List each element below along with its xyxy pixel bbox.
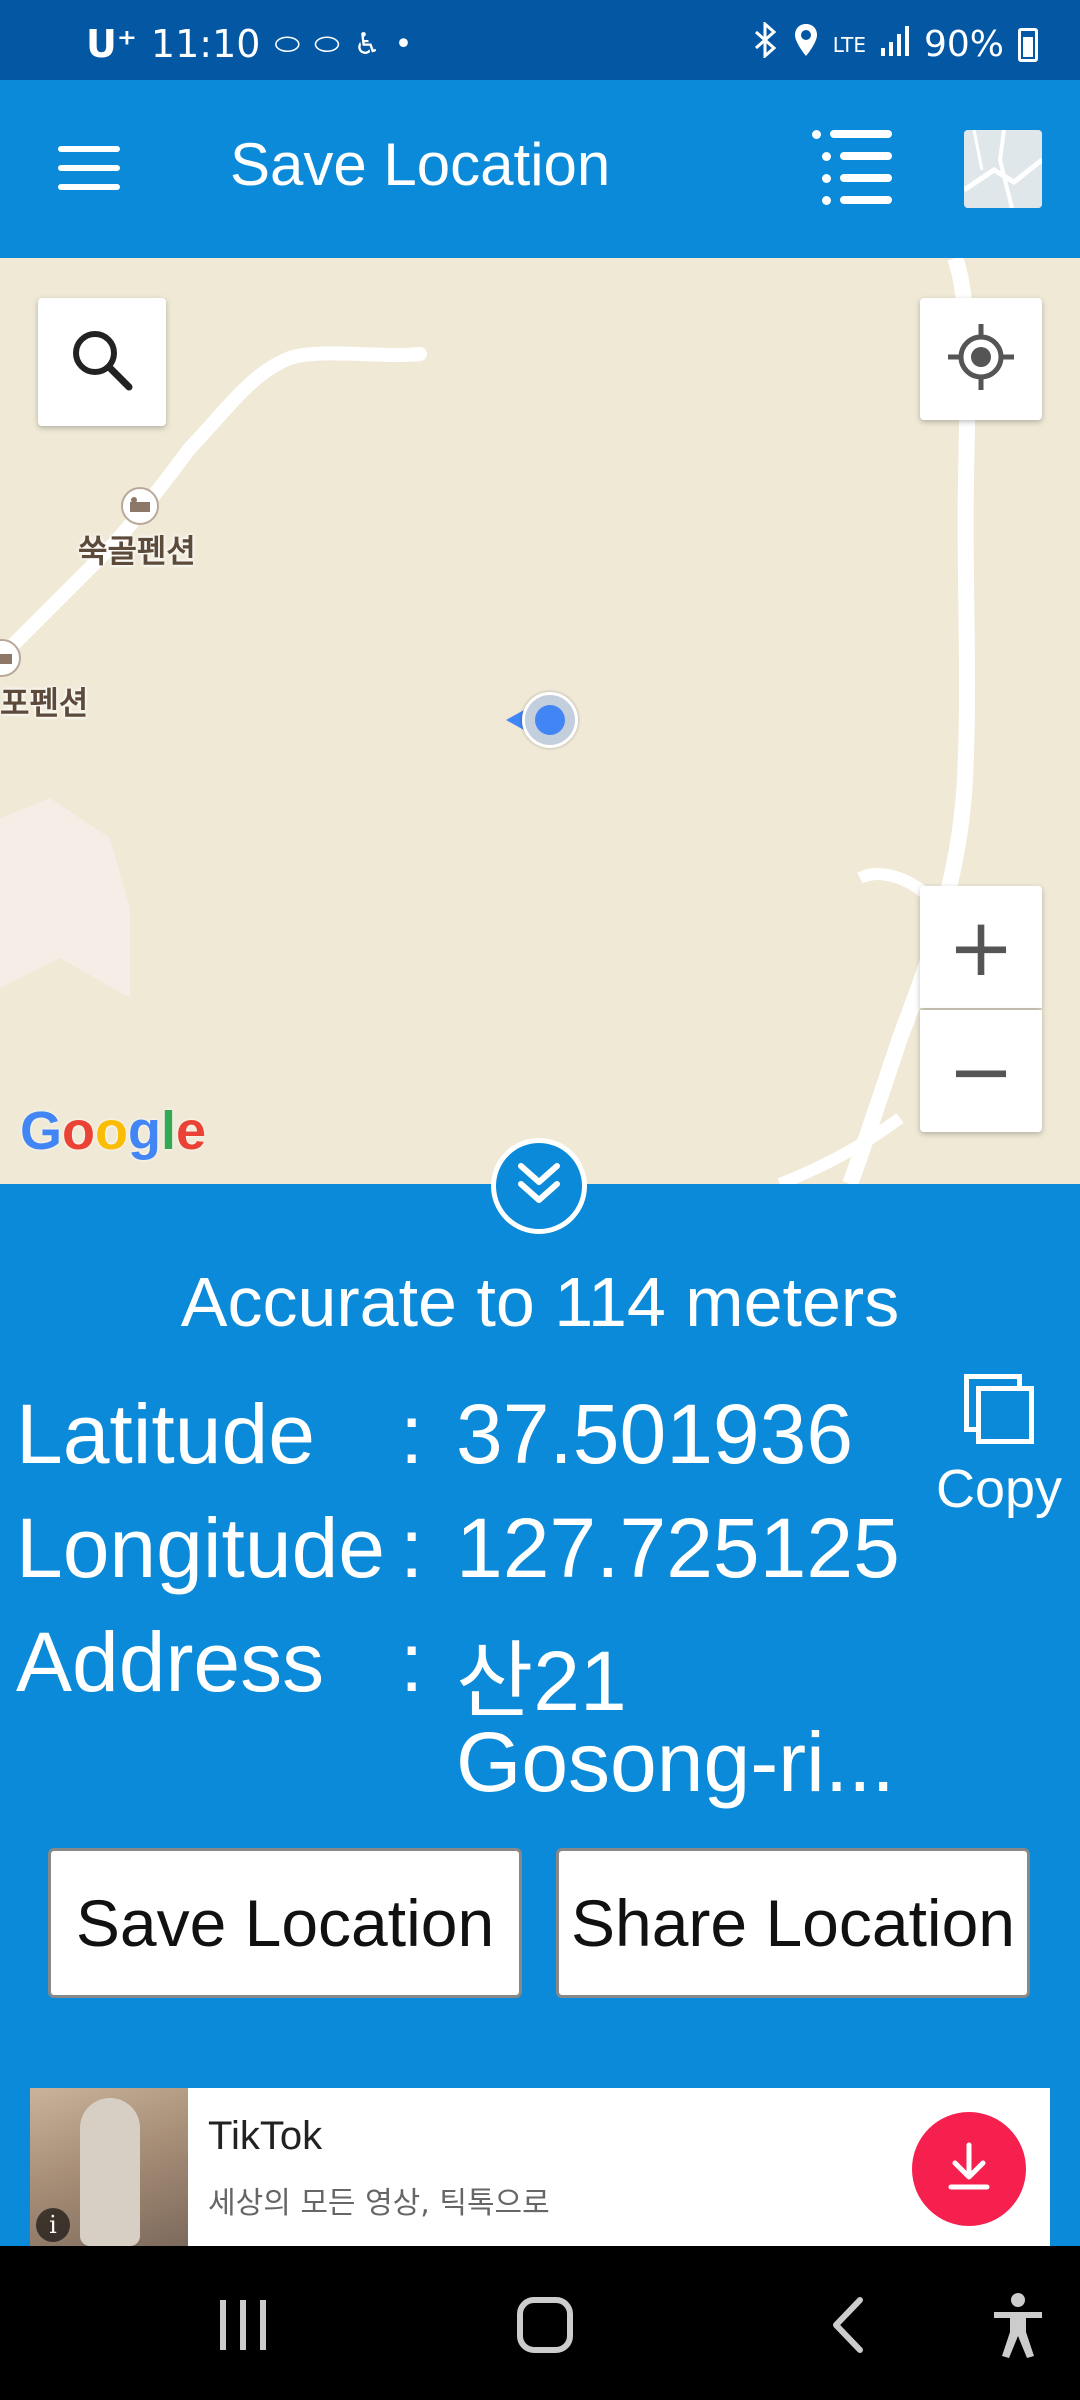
status-bar: U⁺ 11:10 ⬭ ⬭ ♿ • LTE 90%	[0, 0, 1080, 80]
ad-info-icon[interactable]: i	[36, 2208, 70, 2242]
place-label-2[interactable]: 포펜션	[0, 678, 88, 724]
copy-button[interactable]: Copy	[936, 1374, 1062, 1524]
saved-list-icon[interactable]	[808, 128, 894, 206]
map-search-button[interactable]	[38, 298, 166, 426]
copy-icon	[964, 1374, 1034, 1444]
map-view[interactable]: 쑥골펜션 포펜션 + − Google	[0, 258, 1080, 1184]
share-location-button[interactable]: Share Location	[556, 1848, 1030, 1998]
address-colon: :	[400, 1615, 424, 1709]
location-info-panel: Accurate to 114 meters Latitude : 37.501…	[0, 1138, 1080, 2246]
ad-image[interactable]: i	[30, 2088, 188, 2246]
google-logo: Google	[20, 1101, 207, 1161]
latitude-colon: :	[400, 1387, 424, 1481]
menu-icon[interactable]	[58, 146, 120, 190]
longitude-value: 127.725125	[456, 1501, 900, 1595]
zoom-in-icon: +	[947, 900, 1015, 994]
longitude-label: Longitude	[16, 1501, 386, 1595]
ad-title[interactable]: TikTok	[208, 2114, 322, 2159]
lodging-icon-2[interactable]	[0, 638, 22, 682]
clock: 11:10	[150, 22, 261, 66]
system-nav-bar	[0, 2246, 1080, 2400]
app-bar: Save Location	[0, 80, 1080, 258]
home-icon[interactable]	[516, 2296, 574, 2358]
ad-banner[interactable]: i TikTok 세상의 모든 영상, 틱톡으로	[30, 2088, 1050, 2246]
status-right: LTE 90%	[753, 20, 1038, 67]
lodging-icon[interactable]	[120, 486, 160, 530]
place-label[interactable]: 쑥골펜션	[78, 526, 196, 572]
location-pin-icon	[793, 22, 819, 67]
bluetooth-icon	[753, 20, 779, 67]
battery-icon	[1018, 27, 1038, 62]
address-label: Address	[16, 1615, 325, 1709]
signal-icon	[880, 24, 910, 65]
collapse-button[interactable]	[491, 1138, 587, 1234]
latitude-label: Latitude	[16, 1387, 315, 1481]
ad-subtitle[interactable]: 세상의 모든 영상, 틱톡으로	[208, 2178, 550, 2222]
accessibility-status-icon: ♿	[353, 26, 381, 62]
zoom-out-icon: −	[947, 1024, 1015, 1118]
page-title: Save Location	[230, 131, 611, 198]
current-location-marker	[522, 692, 578, 748]
accuracy-text: Accurate to 114 meters	[180, 1263, 900, 1341]
address-line-2: Gosong-ri...	[456, 1715, 895, 1809]
my-location-icon	[946, 322, 1016, 396]
double-chevron-down-icon	[511, 1156, 567, 1217]
longitude-colon: :	[400, 1501, 424, 1595]
lte-label: LTE	[832, 32, 866, 57]
ad-image-figure	[80, 2098, 140, 2246]
zoom-in-button[interactable]: +	[920, 886, 1042, 1008]
save-location-button[interactable]: Save Location	[48, 1848, 522, 1998]
latitude-value: 37.501936	[456, 1387, 854, 1481]
copy-label: Copy	[936, 1459, 1063, 1519]
map-type-icon[interactable]	[964, 130, 1042, 208]
dot-icon: •	[394, 26, 413, 62]
carrier-label: U⁺	[86, 22, 137, 66]
accessibility-icon[interactable]	[990, 2292, 1046, 2362]
battery-percent: 90%	[923, 24, 1004, 65]
ad-download-button[interactable]	[912, 2112, 1026, 2226]
download-icon	[941, 2139, 997, 2199]
pill-icon: ⬭	[274, 26, 301, 62]
status-left: U⁺ 11:10 ⬭ ⬭ ♿ •	[86, 22, 412, 66]
search-icon	[69, 327, 135, 397]
back-icon[interactable]	[828, 2296, 868, 2358]
my-location-button[interactable]	[920, 298, 1042, 420]
zoom-out-button[interactable]: −	[920, 1010, 1042, 1132]
recent-apps-icon[interactable]	[218, 2298, 268, 2356]
pill-icon-2: ⬭	[314, 26, 340, 62]
